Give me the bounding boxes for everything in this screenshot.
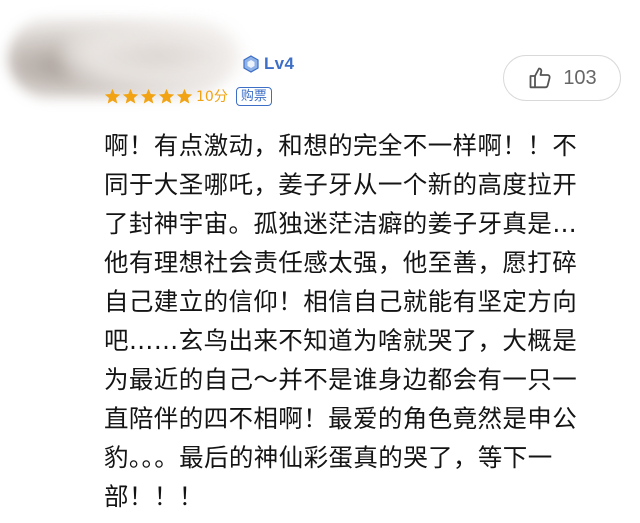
comment-line: 部！！！ [104, 482, 204, 511]
user-level-text: Lv4 [264, 54, 295, 73]
purchase-tag: 购票 [235, 86, 272, 106]
comment-line: 豹。。。最后的神仙彩蛋真的哭了，等下一 [104, 443, 553, 472]
user-level-badge: Lv4 [242, 54, 294, 74]
star-icon [140, 88, 157, 105]
like-button[interactable]: 103 [503, 55, 621, 101]
comment-line: 啊！有点激动，和想的完全不一样啊！！不 [104, 131, 578, 160]
rating-row: 10分 购票 [104, 86, 272, 106]
star-icon [122, 88, 139, 105]
rating-score: 10分 [196, 89, 228, 105]
like-count: 103 [563, 66, 597, 89]
star-rating [104, 88, 193, 105]
comment-text: 啊！有点激动，和想的完全不一样啊！！不 同于大圣哪吒，姜子牙从一个新的高度拉开 … [104, 126, 624, 516]
star-icon [104, 88, 121, 105]
comment-line: 为最近的自己～并不是谁身边都会有一只一 [104, 365, 578, 394]
star-icon [158, 88, 175, 105]
comment-line: 了封神宇宙。孤独迷茫洁癖的姜子牙真是… [104, 209, 578, 238]
thumbs-up-icon [527, 65, 553, 91]
comment-line: 同于大圣哪吒，姜子牙从一个新的高度拉开 [104, 170, 578, 199]
star-icon [176, 88, 193, 105]
username-blurred[interactable] [60, 24, 240, 88]
comment-line: 吧……玄鸟出来不知道为啥就哭了，大概是 [104, 326, 578, 355]
level-hexagon-icon [242, 55, 260, 73]
comment-line: 自己建立的信仰！相信自己就能有坚定方向 [104, 287, 578, 316]
comment-line: 他有理想社会责任感太强，他至善，愿打碎 [104, 248, 578, 277]
comment-line: 直陪伴的四不相啊！最爱的角色竟然是申公 [104, 404, 578, 433]
